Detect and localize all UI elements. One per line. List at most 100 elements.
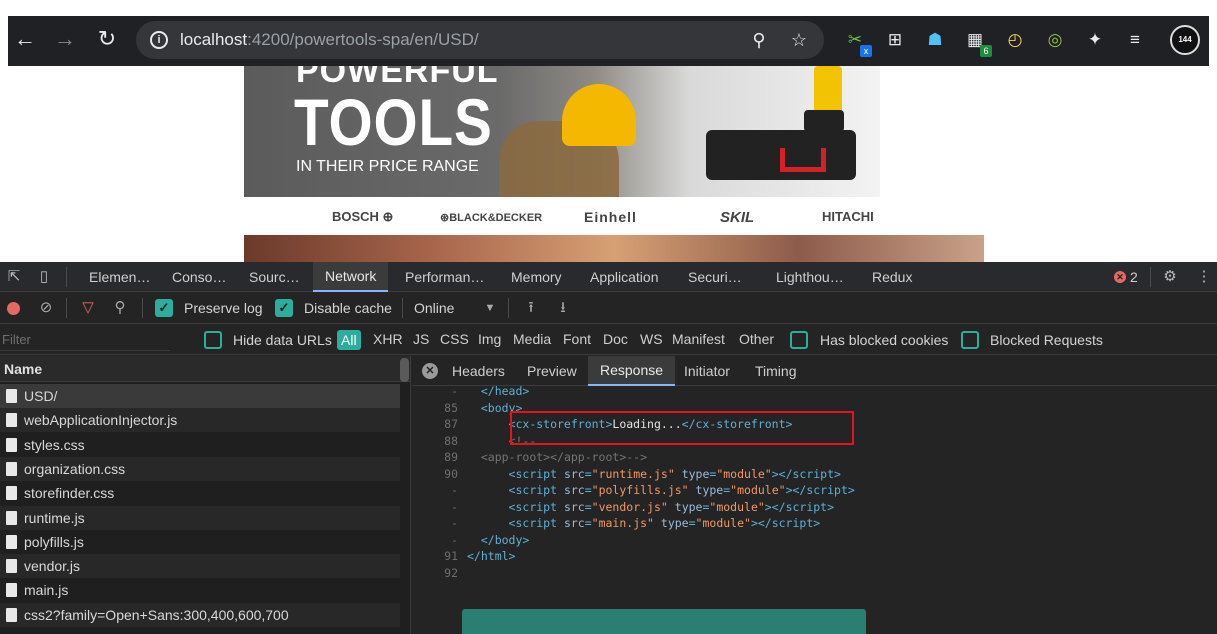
tab-initiator[interactable]: Initiator bbox=[684, 363, 730, 379]
request-row[interactable]: vendor.js bbox=[0, 554, 400, 579]
puzzle-icon[interactable]: ✦ bbox=[1083, 28, 1107, 52]
reload-icon[interactable]: ↻ bbox=[94, 26, 120, 52]
response-code-view[interactable]: - </head> 85 <body> 87 <cx-storefront>Load… bbox=[412, 384, 1217, 634]
tab-performance[interactable]: Performan… bbox=[405, 269, 484, 285]
throttling-select[interactable]: Online bbox=[414, 300, 454, 316]
request-row[interactable]: runtime.js bbox=[0, 505, 400, 530]
line-number: - bbox=[451, 499, 458, 514]
brand-blackdecker[interactable]: ⊛BLACK&DECKER bbox=[440, 211, 542, 224]
request-detail-pane: ✕ Headers Preview Response Initiator Tim… bbox=[412, 356, 1217, 634]
extension-rocket-icon[interactable]: ☗ bbox=[923, 28, 947, 52]
tab-application[interactable]: Application bbox=[590, 269, 659, 285]
extension-sheet-icon[interactable]: ▦ 6 bbox=[963, 28, 992, 57]
brand-einhell[interactable]: Einhell bbox=[584, 209, 637, 225]
inspect-element-icon[interactable]: ⇱ bbox=[5, 268, 23, 286]
error-icon[interactable]: ✕ bbox=[1114, 271, 1126, 283]
preserve-log-checkbox[interactable]: ✓ bbox=[155, 299, 173, 317]
filter-funnel-icon[interactable]: ▽ bbox=[79, 299, 97, 317]
request-row[interactable]: organization.css bbox=[0, 456, 400, 481]
request-row[interactable]: storefinder.css bbox=[0, 481, 400, 505]
tab-redux[interactable]: Redux bbox=[872, 269, 912, 285]
tab-sources[interactable]: Sourc… bbox=[249, 269, 300, 285]
filter-type-js[interactable]: JS bbox=[413, 331, 429, 347]
request-row[interactable]: css2?family=Open+Sans:300,400,600,700 bbox=[0, 602, 400, 627]
filter-type-xhr[interactable]: XHR bbox=[373, 331, 403, 347]
request-name: main.js bbox=[24, 582, 69, 599]
search-icon[interactable]: ⚲ bbox=[111, 299, 129, 317]
site-info-icon[interactable]: i bbox=[150, 31, 168, 49]
line-number: 90 bbox=[444, 466, 458, 481]
export-har-icon[interactable]: ⭳ bbox=[554, 299, 572, 317]
search-bar-strip[interactable] bbox=[462, 609, 866, 634]
secondary-banner[interactable] bbox=[244, 235, 984, 262]
request-row[interactable]: main.js bbox=[0, 578, 400, 602]
disable-cache-label[interactable]: Disable cache bbox=[304, 300, 392, 316]
request-row[interactable]: polyfills.js bbox=[0, 530, 400, 554]
request-row[interactable]: USD/ bbox=[0, 384, 400, 408]
more-options-icon[interactable]: ⋮ bbox=[1195, 268, 1213, 286]
request-name: USD/ bbox=[24, 388, 58, 404]
error-count[interactable]: 2 bbox=[1130, 269, 1138, 285]
has-blocked-cookies-label[interactable]: Has blocked cookies bbox=[820, 332, 948, 348]
device-toolbar-icon[interactable]: ▯ bbox=[35, 268, 53, 286]
extension-alarm-icon[interactable]: ◴ bbox=[1003, 28, 1027, 52]
filter-type-img[interactable]: Img bbox=[478, 331, 501, 347]
clear-icon[interactable]: ⊘ bbox=[37, 299, 55, 317]
extension-x-icon[interactable]: ✂ x bbox=[843, 28, 872, 57]
url-text[interactable]: localhost:4200/powertools-spa/en/USD/ bbox=[180, 30, 479, 50]
brand-hitachi[interactable]: HITACHI bbox=[822, 209, 874, 224]
line-number: - bbox=[451, 532, 458, 547]
file-icon bbox=[6, 510, 17, 525]
filter-type-doc[interactable]: Doc bbox=[603, 331, 628, 347]
extension-globe-icon[interactable]: ⊞ bbox=[883, 28, 907, 52]
code-line: - <script src="main.js" type="module"></… bbox=[412, 515, 1217, 531]
settings-gear-icon[interactable]: ⚙ bbox=[1161, 268, 1179, 286]
hide-data-urls-checkbox[interactable] bbox=[204, 331, 222, 349]
tab-elements[interactable]: Elemen… bbox=[89, 269, 150, 285]
tab-headers[interactable]: Headers bbox=[452, 363, 505, 379]
tab-preview[interactable]: Preview bbox=[527, 363, 577, 379]
profile-avatar[interactable]: 144 bbox=[1170, 25, 1200, 55]
blocked-requests-label[interactable]: Blocked Requests bbox=[990, 332, 1103, 348]
close-detail-icon[interactable]: ✕ bbox=[422, 363, 438, 379]
zoom-search-icon[interactable]: ⚲ bbox=[748, 29, 770, 51]
chevron-down-icon[interactable]: ▼ bbox=[481, 299, 499, 317]
tab-memory[interactable]: Memory bbox=[511, 269, 562, 285]
tab-network[interactable]: Network bbox=[313, 262, 389, 292]
hide-data-urls-label[interactable]: Hide data URLs bbox=[233, 332, 332, 348]
back-arrow-icon[interactable]: ← bbox=[12, 26, 38, 52]
file-icon bbox=[6, 607, 17, 622]
media-queue-icon[interactable]: ≡ bbox=[1123, 28, 1147, 52]
request-list-scrollbar[interactable] bbox=[400, 358, 409, 382]
tab-timing[interactable]: Timing bbox=[755, 363, 797, 379]
filter-type-ws[interactable]: WS bbox=[640, 331, 663, 347]
extension-target-icon[interactable]: ◎ bbox=[1043, 28, 1067, 52]
blocked-requests-checkbox[interactable] bbox=[961, 331, 979, 349]
address-bar[interactable]: i localhost:4200/powertools-spa/en/USD/ … bbox=[136, 21, 824, 59]
tab-security[interactable]: Securi… bbox=[688, 269, 742, 285]
name-column-header[interactable]: Name bbox=[0, 356, 410, 382]
disable-cache-checkbox[interactable]: ✓ bbox=[275, 299, 293, 317]
filter-type-media[interactable]: Media bbox=[513, 331, 551, 347]
preserve-log-label[interactable]: Preserve log bbox=[184, 300, 263, 316]
filter-type-font[interactable]: Font bbox=[563, 331, 591, 347]
brand-bosch[interactable]: BOSCH ⊕ bbox=[332, 209, 393, 225]
request-row[interactable]: styles.css bbox=[0, 433, 400, 457]
filter-type-manifest[interactable]: Manifest bbox=[672, 331, 725, 347]
hero-banner[interactable]: POWERFUL TOOLS IN THEIR PRICE RANGE bbox=[244, 66, 880, 197]
bookmark-star-icon[interactable]: ☆ bbox=[788, 29, 810, 51]
filter-type-other[interactable]: Other bbox=[739, 331, 774, 347]
filter-type-all[interactable]: All bbox=[337, 330, 361, 350]
import-har-icon[interactable]: ⭱ bbox=[522, 299, 540, 317]
request-row[interactable]: webApplicationInjector.js bbox=[0, 408, 400, 433]
tab-lighthouse[interactable]: Lighthou… bbox=[776, 269, 844, 285]
line-number: - bbox=[451, 516, 458, 530]
forward-arrow-icon[interactable]: → bbox=[52, 26, 78, 52]
tab-console[interactable]: Conso… bbox=[172, 269, 226, 285]
filter-input[interactable]: Filter bbox=[0, 329, 170, 351]
has-blocked-cookies-checkbox[interactable] bbox=[790, 331, 808, 349]
tab-response[interactable]: Response bbox=[588, 356, 676, 386]
brand-skil[interactable]: SKIL bbox=[720, 209, 754, 226]
filter-type-css[interactable]: CSS bbox=[440, 331, 469, 347]
record-icon[interactable] bbox=[7, 302, 20, 315]
